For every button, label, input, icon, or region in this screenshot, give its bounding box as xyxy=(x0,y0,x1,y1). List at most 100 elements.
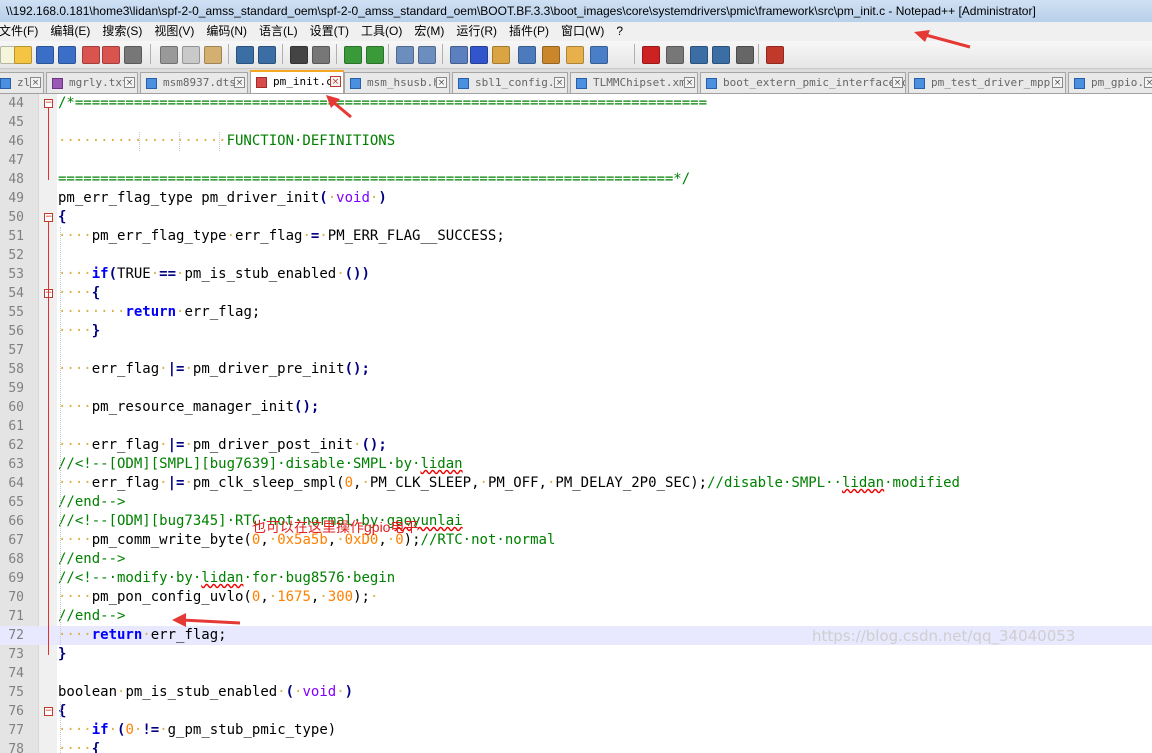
stop-macro-icon[interactable] xyxy=(666,46,684,64)
code-line[interactable]: 53 ····if(TRUE·==·pm_is_stub_enabled·()) xyxy=(0,265,1152,284)
open-file-icon[interactable] xyxy=(14,46,32,64)
code-line[interactable]: 73} xyxy=(0,645,1152,664)
code-line[interactable]: 68 //end--> xyxy=(0,550,1152,569)
menu-item-4[interactable]: 编码(N) xyxy=(200,22,253,41)
code-line[interactable]: 47 xyxy=(0,151,1152,170)
menu-item-9[interactable]: 运行(R) xyxy=(450,22,503,41)
code-line[interactable]: 62 ····err_flag·|=·pm_driver_post_init·()… xyxy=(0,436,1152,455)
save-icon[interactable] xyxy=(36,46,54,64)
replace-icon[interactable] xyxy=(312,46,330,64)
menu-item-0[interactable]: 文件(F) xyxy=(0,22,44,41)
menu-item-5[interactable]: 语言(L) xyxy=(253,22,304,41)
zoom-in-icon[interactable] xyxy=(344,46,362,64)
menu-item-11[interactable]: 窗口(W) xyxy=(555,22,610,41)
tab-1[interactable]: mgrly.txt × xyxy=(46,72,138,93)
close-all-icon[interactable] xyxy=(102,46,120,64)
code-line[interactable]: 63 //<!--[ODM][SMPL][bug7639]·disable·SMP… xyxy=(0,455,1152,474)
code-line[interactable]: 74 xyxy=(0,664,1152,683)
sync-horizontal-icon[interactable] xyxy=(418,46,436,64)
code-line[interactable]: 49 pm_err_flag_type pm_driver_init(·void·… xyxy=(0,189,1152,208)
redo-icon[interactable] xyxy=(258,46,276,64)
tab-9[interactable]: pm_gpio.c× xyxy=(1068,72,1152,93)
show-all-chars-icon[interactable] xyxy=(470,46,488,64)
menu-item-3[interactable]: 视图(V) xyxy=(148,22,200,41)
tab-close-icon[interactable]: × xyxy=(554,77,565,88)
tab-6[interactable]: TLMMChipset.xml × xyxy=(570,72,698,93)
code-line[interactable]: 77 ····if·(0·!=·g_pm_stub_pmic_type) xyxy=(0,721,1152,740)
undo-icon[interactable] xyxy=(236,46,254,64)
code-line[interactable]: 59 xyxy=(0,379,1152,398)
code-line[interactable]: 44 /*====================================… xyxy=(0,94,1152,113)
code-line[interactable]: 61 xyxy=(0,417,1152,436)
tab-close-icon[interactable]: × xyxy=(1052,77,1063,88)
monitor-icon[interactable] xyxy=(590,46,608,64)
code-line[interactable]: 65 //end--> xyxy=(0,493,1152,512)
tab-7[interactable]: boot_extern_pmic_interface.c × xyxy=(700,72,906,93)
fold-toggle-icon[interactable]: − xyxy=(44,707,53,716)
tab-close-icon[interactable]: × xyxy=(684,77,695,88)
tab-8[interactable]: pm_test_driver_mpp.c × xyxy=(908,72,1066,93)
tab-2[interactable]: msm8937.dtsi × xyxy=(140,72,248,93)
tab-close-icon[interactable]: × xyxy=(124,77,135,88)
menu-item-2[interactable]: 搜索(S) xyxy=(96,22,148,41)
code-line[interactable]: 60 ····pm_resource_manager_init(); xyxy=(0,398,1152,417)
cut-icon[interactable] xyxy=(160,46,178,64)
code-line[interactable]: 56 ····} xyxy=(0,322,1152,341)
code-line[interactable]: 75 boolean·pm_is_stub_enabled·(·void·) xyxy=(0,683,1152,702)
code-line[interactable]: 50 { xyxy=(0,208,1152,227)
record-macro-icon[interactable] xyxy=(642,46,660,64)
tab-3[interactable]: pm_init.c × xyxy=(250,70,344,93)
tab-close-icon[interactable]: × xyxy=(436,77,447,88)
menu-item-10[interactable]: 插件(P) xyxy=(503,22,555,41)
fold-toggle-icon[interactable]: − xyxy=(44,213,53,222)
save-all-icon[interactable] xyxy=(58,46,76,64)
code-editor[interactable]: 44 /*====================================… xyxy=(0,94,1152,753)
tab-close-icon[interactable]: × xyxy=(892,77,903,88)
code-line[interactable]: 58 ····err_flag·|=·pm_driver_pre_init(); xyxy=(0,360,1152,379)
code-line[interactable]: 48 ======================================… xyxy=(0,170,1152,189)
tab-close-icon[interactable]: × xyxy=(1144,77,1152,88)
sync-vertical-icon[interactable] xyxy=(396,46,414,64)
code-line[interactable]: 46 ····················FUNCTION·DEFINITIO… xyxy=(0,132,1152,151)
indent-guide-icon[interactable] xyxy=(492,46,510,64)
code-line[interactable]: 55 ········return·err_flag; xyxy=(0,303,1152,322)
code-line[interactable]: 64 ····err_flag·|=·pm_clk_sleep_smpl(0,·P… xyxy=(0,474,1152,493)
word-wrap-icon[interactable] xyxy=(450,46,468,64)
code-line[interactable]: 78 ····{ xyxy=(0,740,1152,753)
play-macro-icon[interactable] xyxy=(690,46,708,64)
menu-item-6[interactable]: 设置(T) xyxy=(304,22,355,41)
menu-item-1[interactable]: 编辑(E) xyxy=(44,22,96,41)
copy-icon[interactable] xyxy=(182,46,200,64)
code-line[interactable]: 70 ····pm_pon_config_uvlo(0,·1675,·300);· xyxy=(0,588,1152,607)
menu-item-7[interactable]: 工具(O) xyxy=(355,22,408,41)
tab-close-icon[interactable]: × xyxy=(234,77,245,88)
tab-4[interactable]: msm_hsusb.h × xyxy=(344,72,450,93)
folder-workspace-icon[interactable] xyxy=(566,46,584,64)
menu-item-12[interactable]: ? xyxy=(610,22,629,41)
print-icon[interactable] xyxy=(124,46,142,64)
code-line[interactable]: 69 //<!--·modify·by·lidan·for·bug8576·beg… xyxy=(0,569,1152,588)
function-list-icon[interactable] xyxy=(542,46,560,64)
spell-check-icon[interactable] xyxy=(766,46,784,64)
code-line[interactable]: 67 ····pm_comm_write_byte(0,·0x5a5b,·0xD0… xyxy=(0,531,1152,550)
code-line[interactable]: 76{ xyxy=(0,702,1152,721)
menu-item-8[interactable]: 宏(M) xyxy=(408,22,450,41)
paste-icon[interactable] xyxy=(204,46,222,64)
code-line[interactable]: 66//<!--[ODM][bug7345]·RTC·not·normal·by… xyxy=(0,512,1152,531)
run-macro-multiple-icon[interactable] xyxy=(712,46,730,64)
tab-close-icon[interactable]: × xyxy=(30,77,41,88)
tab-close-icon[interactable]: × xyxy=(330,76,341,87)
tab-5[interactable]: sbl1_config.c × xyxy=(452,72,568,93)
code-line[interactable]: 57 xyxy=(0,341,1152,360)
zoom-out-icon[interactable] xyxy=(366,46,384,64)
code-line[interactable]: 45 xyxy=(0,113,1152,132)
doc-map-icon[interactable] xyxy=(518,46,536,64)
code-line[interactable]: 51 ····pm_err_flag_type·err_flag·=·PM_ERR… xyxy=(0,227,1152,246)
code-line[interactable]: 54 ····{ xyxy=(0,284,1152,303)
tab-0[interactable]: zly × xyxy=(0,72,44,93)
find-icon[interactable] xyxy=(290,46,308,64)
code-line[interactable]: 52 xyxy=(0,246,1152,265)
save-macro-icon[interactable] xyxy=(736,46,754,64)
close-icon[interactable] xyxy=(82,46,100,64)
fold-toggle-icon[interactable]: − xyxy=(44,99,53,108)
